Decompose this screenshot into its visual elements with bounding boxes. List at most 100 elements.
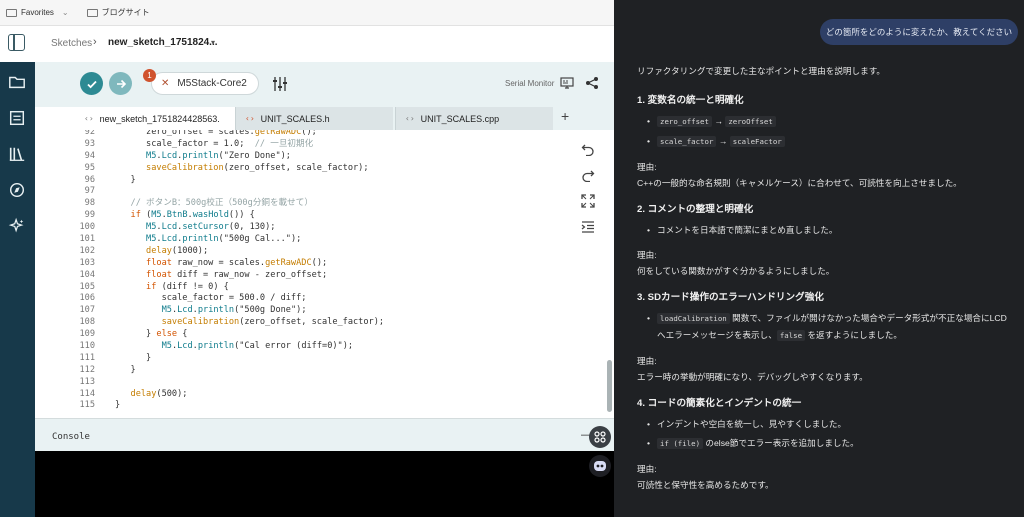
- bullet-text: へエラーメッセージを表示し、: [657, 330, 777, 340]
- list-item: • zero_offset → zeroOffset: [647, 113, 1017, 130]
- expand-icon[interactable]: [579, 192, 597, 210]
- line-source: M5.Lcd.println("Zero Done");: [146, 150, 291, 161]
- list-item: • コメントを日本語で簡潔にまとめ直しました。: [647, 222, 1017, 238]
- line-source: zero_offset = scales.getRawADC();: [115, 130, 317, 137]
- serial-monitor-label[interactable]: Serial Monitor: [505, 79, 554, 88]
- apps-button[interactable]: [589, 426, 611, 448]
- line-source: float raw_now = scales.getRawADC();: [146, 257, 328, 268]
- sidebar-toggle-icon[interactable]: [8, 34, 25, 51]
- line-source: }: [115, 400, 121, 411]
- reason-label: 理由:: [637, 464, 657, 474]
- line-source: scale_factor = 1.0; // 一旦初期化: [115, 138, 314, 149]
- code-file-icon: ‹›: [245, 114, 255, 123]
- section-title: 2. コメントの整理と明確化: [637, 204, 754, 215]
- checkmark-icon: [86, 80, 97, 88]
- code-line: 113: [75, 377, 585, 389]
- section-title: 1. 変数名の統一と明確化: [637, 95, 744, 106]
- redo-icon[interactable]: [579, 166, 597, 184]
- add-tab-button[interactable]: +: [561, 108, 569, 124]
- activity-bar: [0, 62, 35, 517]
- line-number: 92: [84, 130, 95, 137]
- line-number: 107: [79, 305, 95, 316]
- line-number: 98: [84, 198, 95, 209]
- code-line: 95 saveCalibration(zero_offset, scale_fa…: [75, 163, 585, 175]
- breadcrumb-sketch-name[interactable]: new_sketch_1751824...: [108, 37, 218, 48]
- breadcrumb-sketches[interactable]: Sketches: [51, 38, 92, 49]
- line-number: 109: [79, 329, 95, 340]
- line-number: 114: [79, 388, 95, 399]
- disconnected-icon: ✕: [161, 78, 170, 89]
- line-number: 108: [79, 317, 95, 328]
- undo-icon[interactable]: [579, 140, 597, 158]
- code-snippet: loadCalibration: [657, 313, 730, 324]
- answer-section-1: 1. 変数名の統一と明確化 • zero_offset → zeroOffset…: [637, 93, 1017, 191]
- share-icon[interactable]: [585, 76, 599, 90]
- code-snippet: false: [776, 330, 806, 341]
- tab-unit-scales-h[interactable]: ‹› UNIT_SCALES.h: [235, 107, 393, 130]
- code-line: 115}: [75, 400, 585, 412]
- sliders-icon[interactable]: [272, 75, 288, 93]
- code-file-icon: ‹›: [84, 114, 94, 123]
- serial-monitor-icon[interactable]: [560, 76, 574, 90]
- bookmarks-bar: Favorites ⌄ ブログサイト: [0, 0, 614, 26]
- tab-main-sketch[interactable]: ‹› new_sketch_1751824428563.: [75, 107, 235, 130]
- code-line: 104 float diff = raw_now - zero_offset;: [75, 270, 585, 282]
- user-message-bubble: どの箇所をどのように変えたか、教えてください: [820, 19, 1018, 45]
- verify-button[interactable]: [80, 72, 103, 95]
- line-source: if (M5.BtnB.wasHold()) {: [130, 210, 255, 221]
- editor-tools: [579, 140, 601, 244]
- line-source: M5.Lcd.println("Cal error (diff=0)");: [161, 341, 354, 352]
- indent-icon[interactable]: [579, 218, 597, 236]
- line-source: delay(500);: [130, 388, 188, 399]
- reason-text: エラー時の挙動が明確になり、デバッグしやすくなります。: [637, 372, 868, 382]
- list-item: • loadCalibration 関数で、ファイルが開けなかった場合やデータ形…: [647, 313, 1007, 341]
- list-item: • if (file) のelse節でエラー表示を追加しました。: [647, 438, 859, 449]
- code-lines: 92 zero_offset = scales.getRawADC(); 93 s…: [75, 130, 585, 412]
- line-number: 111: [79, 352, 95, 363]
- arduino-ide: Favorites ⌄ ブログサイト Sketches › new_sketch…: [0, 0, 614, 517]
- console-label: Console: [52, 432, 90, 442]
- editor-scrollbar[interactable]: [607, 360, 612, 412]
- folder-icon[interactable]: [7, 72, 27, 92]
- notification-badge: 1: [143, 69, 156, 82]
- code-line: 107 M5.Lcd.println("500g Done");: [75, 305, 585, 317]
- code-line: 112 }: [75, 365, 585, 377]
- library-icon[interactable]: [7, 144, 27, 164]
- line-number: 94: [84, 150, 95, 161]
- assistant-bot-button[interactable]: [589, 455, 611, 477]
- list-item: • インデントや空白を統一し、見やすくしました。: [647, 416, 1017, 432]
- line-number: 97: [84, 186, 95, 197]
- reason-text: 可読性と保守性を高めるためです。: [637, 480, 774, 490]
- line-number: 113: [79, 376, 95, 387]
- bot-icon: [594, 461, 606, 471]
- console-header: Console —: [35, 418, 614, 451]
- code-line: 103 float raw_now = scales.getRawADC();: [75, 258, 585, 270]
- chevron-down-icon[interactable]: ▾: [211, 38, 215, 47]
- code-line: 99 if (M5.BtnB.wasHold()) {: [75, 210, 585, 222]
- line-source: delay(1000);: [146, 245, 209, 256]
- code-snippet: if (file): [657, 438, 704, 449]
- bookmark-favorites[interactable]: Favorites ⌄: [6, 8, 81, 17]
- console-output[interactable]: [35, 451, 614, 517]
- code-line: 97: [75, 186, 585, 198]
- answer-section-2: 2. コメントの整理と明確化 • コメントを日本語で簡潔にまとめ直しました。 理由…: [637, 202, 1017, 279]
- bullet-text: を返すようにしました。: [805, 330, 902, 340]
- debug-icon[interactable]: [7, 180, 27, 200]
- tab-label: UNIT_SCALES.cpp: [420, 113, 500, 124]
- bullet-text: のelse節でエラー表示を追加しました。: [703, 438, 859, 448]
- grid-icon: [594, 431, 606, 443]
- boards-manager-icon[interactable]: [7, 108, 27, 128]
- upload-button[interactable]: [109, 72, 132, 95]
- code-line: 105 if (diff != 0) {: [75, 282, 585, 294]
- board-selector[interactable]: ✕ M5Stack-Core2: [151, 72, 259, 95]
- line-number: 103: [79, 257, 95, 268]
- reason-label: 理由:: [637, 162, 657, 172]
- bookmark-blog-label: ブログサイト: [101, 8, 150, 17]
- bookmark-blog[interactable]: ブログサイト: [86, 7, 150, 18]
- tab-unit-scales-cpp[interactable]: ‹› UNIT_SCALES.cpp: [395, 107, 553, 130]
- ai-assistant-icon[interactable]: [7, 216, 27, 236]
- code-editor[interactable]: 92 zero_offset = scales.getRawADC(); 93 s…: [75, 130, 614, 417]
- section-title: 3. SDカード操作のエラーハンドリング強化: [637, 292, 824, 303]
- code-line: 96 }: [75, 175, 585, 187]
- folder-icon: [6, 8, 17, 17]
